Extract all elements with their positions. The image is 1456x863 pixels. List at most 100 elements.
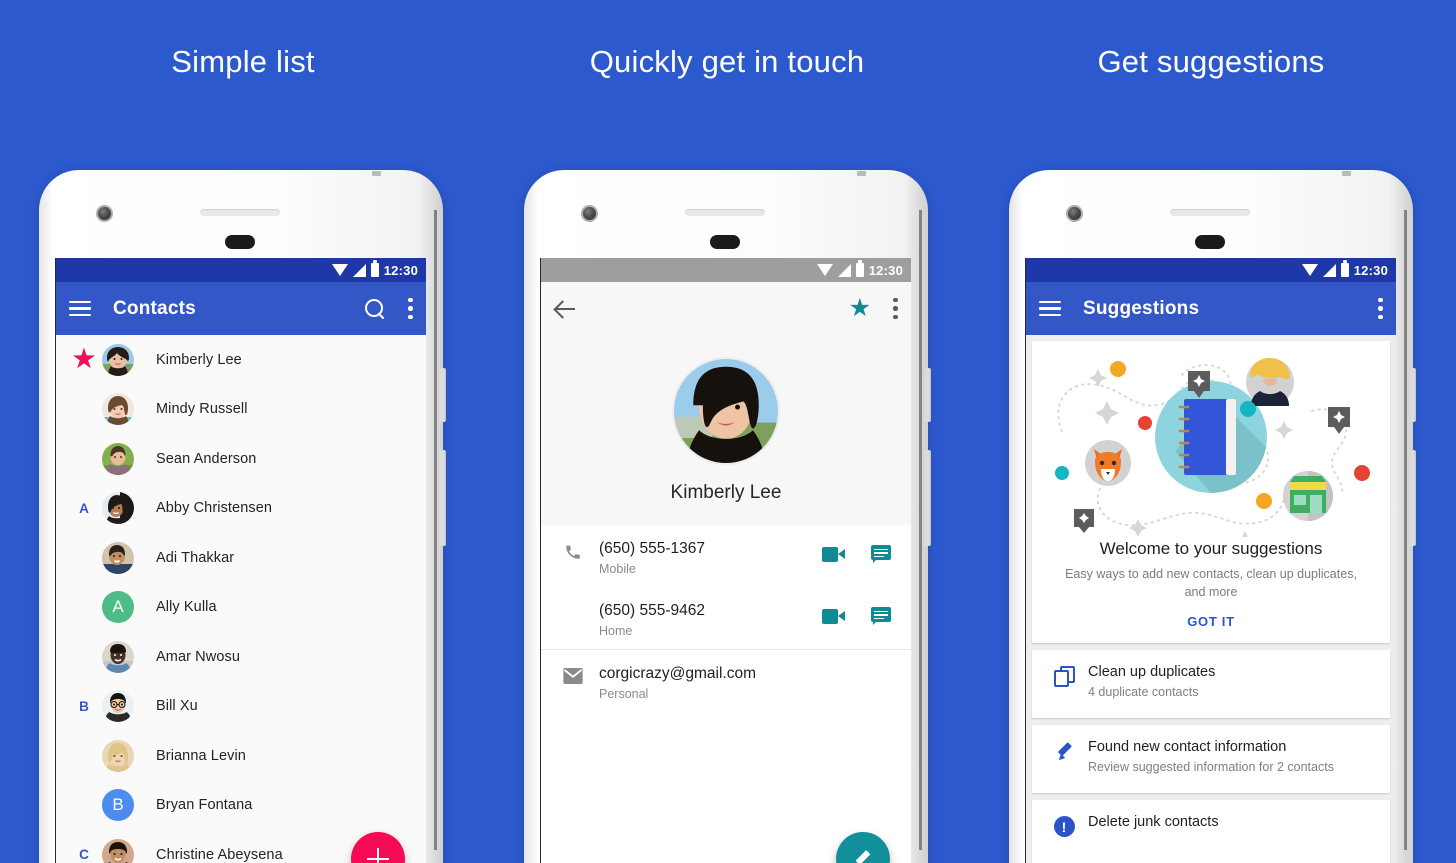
contact-photo (672, 356, 780, 465)
hamburger-icon[interactable] (69, 300, 91, 317)
avatar: A (102, 591, 134, 624)
battery-icon (855, 260, 864, 277)
phone-icon (555, 540, 591, 561)
phone-mockup-contact-list: 12:30 Contacts ★ Kimberly Lee Mindy Russ… (39, 170, 446, 863)
detail-toolbar: ★ (541, 282, 911, 335)
power-button[interactable] (440, 368, 446, 422)
contact-name: Abby Christensen (156, 500, 273, 517)
phone-label: Mobile (599, 562, 636, 576)
sensor-pill (710, 235, 740, 249)
microphone-icon (1342, 171, 1351, 176)
front-camera-icon (581, 205, 598, 222)
suggestion-subtitle: 4 duplicate contacts (1088, 685, 1199, 700)
suggestion-delete-junk-contacts[interactable]: ! Delete junk contacts (1032, 800, 1390, 863)
phone-label: Home (599, 624, 633, 638)
list-item[interactable]: Mindy Russell (56, 385, 426, 435)
suggestion-subtitle: Review suggested information for 2 conta… (1088, 760, 1334, 775)
column-heading-get-suggestions: Get suggestions (1097, 44, 1325, 79)
contact-name: Mindy Russell (156, 401, 248, 418)
back-arrow-icon[interactable] (554, 297, 578, 321)
list-item[interactable]: Adi Thakkar (56, 533, 426, 583)
suggestions-illustration (1055, 358, 1370, 537)
sensor-pill (225, 235, 255, 249)
welcome-card: Welcome to your suggestions Easy ways to… (1032, 341, 1390, 644)
video-call-icon[interactable] (822, 546, 845, 562)
avatar-letter: A (112, 597, 124, 617)
suggestion-title: Clean up duplicates (1088, 664, 1216, 681)
list-index: B (79, 698, 89, 714)
list-item[interactable]: ★ Kimberly Lee (56, 335, 426, 385)
video-call-icon[interactable] (822, 608, 845, 624)
contact-hero: Kimberly Lee (541, 335, 911, 525)
edit-contact-fab[interactable] (836, 832, 890, 863)
avatar (102, 442, 134, 475)
contacts-list[interactable]: ★ Kimberly Lee Mindy Russell Sean Anders… (56, 335, 426, 863)
suggestion-found-new-contact-information[interactable]: Found new contact information Review sug… (1032, 725, 1390, 794)
contact-name: Bryan Fontana (156, 797, 253, 814)
avatar: B (102, 789, 134, 822)
phone-icon-placeholder (555, 602, 591, 605)
marketing-screenshot-stage: Simple list Quickly get in touch Get sug… (0, 0, 1456, 863)
search-icon[interactable] (364, 298, 386, 320)
overflow-menu-icon[interactable] (1378, 297, 1383, 320)
avatar (102, 690, 134, 723)
pencil-icon (1044, 739, 1084, 763)
screen-bezel (434, 210, 437, 850)
app-toolbar: Suggestions (1026, 282, 1396, 335)
sensor-pill (1195, 235, 1225, 249)
list-item[interactable]: A Ally Kulla (56, 583, 426, 633)
status-bar-time: 12:30 (383, 262, 418, 278)
power-button[interactable] (1410, 368, 1416, 422)
front-camera-icon (96, 205, 113, 222)
message-icon[interactable] (871, 607, 891, 625)
battery-icon (1340, 260, 1349, 277)
volume-button[interactable] (1410, 450, 1416, 546)
battery-icon (370, 260, 379, 277)
phone-number: (650) 555-9462 (599, 602, 705, 619)
cell-signal-icon (352, 263, 366, 277)
column-heading-get-in-touch: Quickly get in touch (589, 44, 865, 79)
screen-bezel (1404, 210, 1407, 850)
microphone-icon (857, 171, 866, 176)
earpiece-speaker (685, 209, 765, 216)
earpiece-speaker (1170, 209, 1250, 216)
pencil-icon (852, 848, 874, 863)
list-item[interactable]: Amar Nwosu (56, 632, 426, 682)
got-it-button[interactable]: GOT IT (1032, 614, 1390, 629)
list-item[interactable]: Sean Anderson (56, 434, 426, 484)
volume-button[interactable] (440, 450, 446, 546)
earpiece-speaker (200, 209, 280, 216)
list-item[interactable]: Brianna Levin (56, 731, 426, 781)
overflow-menu-icon[interactable] (408, 297, 413, 320)
phone-screen-contacts: 12:30 Contacts ★ Kimberly Lee Mindy Russ… (55, 258, 426, 863)
volume-button[interactable] (925, 450, 931, 546)
wifi-icon (1301, 264, 1318, 276)
contact-name: Adi Thakkar (156, 549, 235, 566)
list-item[interactable]: B Bill Xu (56, 682, 426, 732)
suggestion-clean-up-duplicates[interactable]: Clean up duplicates 4 duplicate contacts (1032, 650, 1390, 719)
avatar (102, 541, 134, 574)
detail-row-phone-mobile[interactable]: (650) 555-1367 Mobile (541, 525, 911, 587)
power-button[interactable] (925, 368, 931, 422)
suggestions-list[interactable]: Welcome to your suggestions Easy ways to… (1026, 335, 1396, 863)
page-title: Contacts (113, 297, 196, 319)
welcome-subtitle: Easy ways to add new contacts, clean up … (1065, 567, 1357, 600)
contact-name: Bill Xu (156, 698, 198, 715)
avatar (102, 492, 134, 525)
contact-name: Ally Kulla (156, 599, 217, 616)
list-item[interactable]: A Abby Christensen (56, 484, 426, 534)
favorite-star-icon: ★ (72, 345, 96, 374)
cell-signal-icon (837, 263, 851, 277)
star-filled-icon[interactable]: ★ (849, 296, 871, 321)
message-icon[interactable] (871, 545, 891, 563)
overflow-menu-icon[interactable] (893, 297, 898, 320)
detail-row-email[interactable]: corgicrazy@gmail.com Personal (541, 649, 911, 711)
app-toolbar: Contacts (56, 282, 426, 335)
suggestion-title: Delete junk contacts (1088, 814, 1219, 831)
list-item[interactable]: B Bryan Fontana (56, 781, 426, 831)
detail-row-phone-home[interactable]: (650) 555-9462 Home (541, 587, 911, 649)
mail-icon (555, 665, 591, 684)
page-title: Suggestions (1083, 297, 1200, 319)
copy-icon (1044, 664, 1084, 688)
hamburger-icon[interactable] (1039, 300, 1061, 317)
